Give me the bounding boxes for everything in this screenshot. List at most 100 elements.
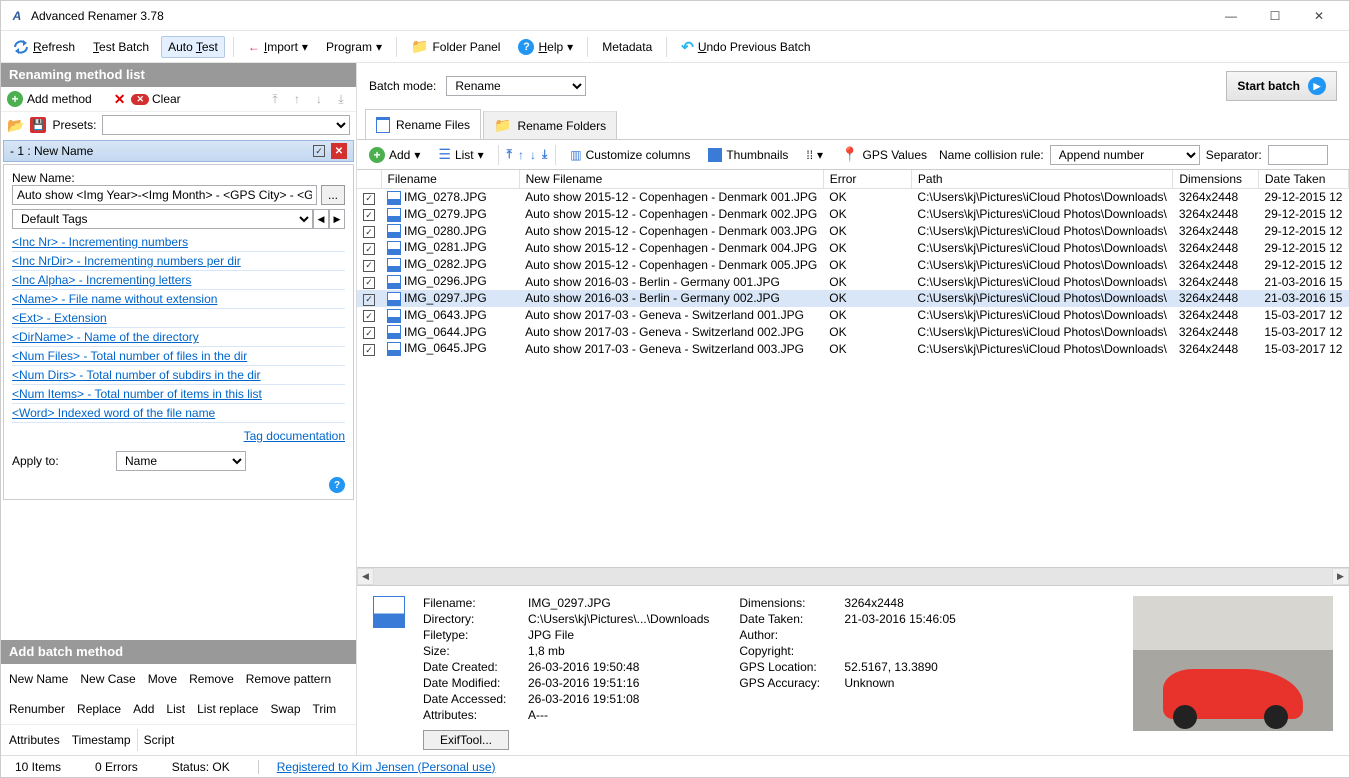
batch-method-list-replace[interactable]: List replace — [191, 698, 264, 720]
batch-method-trim[interactable]: Trim — [307, 698, 343, 720]
exiftool-button[interactable]: ExifTool... — [423, 730, 509, 750]
batch-mode-select[interactable]: Rename — [446, 76, 586, 96]
column-header[interactable]: New Filename — [519, 170, 823, 189]
table-row[interactable]: ✓ IMG_0644.JPG Auto show 2017-03 - Genev… — [357, 324, 1349, 341]
table-row[interactable]: ✓ IMG_0279.JPG Auto show 2015-12 - Copen… — [357, 206, 1349, 223]
table-row[interactable]: ✓ IMG_0278.JPG Auto show 2015-12 - Copen… — [357, 189, 1349, 206]
column-header[interactable]: Error — [823, 170, 911, 189]
tag-link[interactable]: <Inc NrDir> - Incrementing numbers per d… — [12, 252, 345, 271]
move-up-button[interactable]: ↑ — [288, 90, 306, 108]
batch-method-attributes[interactable]: Attributes — [3, 729, 66, 751]
batch-method-swap[interactable]: Swap — [264, 698, 306, 720]
open-preset-icon[interactable]: 📂 — [7, 117, 24, 134]
sort-up-button[interactable]: ↑ — [518, 148, 524, 162]
column-header[interactable]: Dimensions — [1173, 170, 1259, 189]
add-files-button[interactable]: +Add▾ — [363, 144, 426, 166]
undo-button[interactable]: ↶ Undo Previous Batch — [675, 35, 816, 59]
sort-bottom-button[interactable]: ⤓ — [542, 147, 547, 162]
table-row[interactable]: ✓ IMG_0296.JPG Auto show 2016-03 - Berli… — [357, 273, 1349, 290]
move-down-button[interactable]: ↓ — [310, 90, 328, 108]
method-header[interactable]: - 1 : New Name ✓ ✕ — [3, 140, 354, 162]
save-preset-icon[interactable]: 💾 — [30, 117, 46, 133]
table-row[interactable]: ✓ IMG_0281.JPG Auto show 2015-12 - Copen… — [357, 239, 1349, 256]
tag-link[interactable]: <Word> Indexed word of the file name — [12, 404, 345, 423]
batch-method-script[interactable]: Script — [137, 729, 181, 751]
tab-rename-folders[interactable]: 📁 Rename Folders — [483, 111, 617, 139]
tag-link[interactable]: <Num Items> - Total number of items in t… — [12, 385, 345, 404]
horizontal-scrollbar[interactable]: ◀▶ — [357, 568, 1349, 585]
batch-method-move[interactable]: Move — [142, 668, 183, 690]
presets-select[interactable] — [102, 115, 350, 135]
column-header[interactable]: Filename — [381, 170, 519, 189]
table-row[interactable]: ✓ IMG_0297.JPG Auto show 2016-03 - Berli… — [357, 290, 1349, 307]
method-help-icon[interactable]: ? — [329, 477, 345, 493]
maximize-button[interactable]: ☐ — [1253, 2, 1297, 30]
tag-next-button[interactable]: ▶ — [329, 209, 345, 229]
program-button[interactable]: Program▾ — [320, 37, 388, 57]
tag-link[interactable]: <Num Files> - Total number of files in t… — [12, 347, 345, 366]
refresh-button[interactable]: Refresh — [7, 36, 81, 58]
row-checkbox[interactable]: ✓ — [363, 226, 375, 238]
table-row[interactable]: ✓ IMG_0645.JPG Auto show 2017-03 - Genev… — [357, 340, 1349, 357]
separator-input[interactable] — [1268, 145, 1328, 165]
collision-select[interactable]: Append number — [1050, 145, 1200, 165]
tags-dropdown[interactable]: Default Tags — [12, 209, 313, 229]
start-batch-button[interactable]: Start batch ▶ — [1226, 71, 1337, 101]
move-bottom-button[interactable]: ⤓ — [332, 90, 350, 108]
batch-method-list[interactable]: List — [160, 698, 191, 720]
auto-test-button[interactable]: Auto Test — [161, 36, 225, 58]
row-checkbox[interactable]: ✓ — [363, 327, 375, 339]
folder-panel-button[interactable]: 📁 Folder Panel — [405, 35, 506, 58]
row-checkbox[interactable]: ✓ — [363, 310, 375, 322]
batch-method-new-case[interactable]: New Case — [74, 668, 141, 690]
row-checkbox[interactable]: ✓ — [363, 260, 375, 272]
test-batch-button[interactable]: Test Batch — [87, 37, 155, 57]
gps-values-button[interactable]: 📍GPS Values — [835, 143, 933, 166]
sort-top-button[interactable]: ⤒ — [507, 147, 512, 162]
apply-to-select[interactable]: Name — [116, 451, 246, 471]
batch-method-remove-pattern[interactable]: Remove pattern — [240, 668, 337, 690]
close-button[interactable]: ✕ — [1297, 2, 1341, 30]
table-row[interactable]: ✓ IMG_0282.JPG Auto show 2015-12 - Copen… — [357, 256, 1349, 273]
batch-method-new-name[interactable]: New Name — [3, 668, 74, 690]
column-header[interactable]: Date Taken — [1258, 170, 1348, 189]
tag-prev-button[interactable]: ◀ — [313, 209, 329, 229]
method-close-button[interactable]: ✕ — [331, 143, 347, 159]
tag-link[interactable]: <Num Dirs> - Total number of subdirs in … — [12, 366, 345, 385]
metadata-button[interactable]: Metadata — [596, 37, 658, 57]
tag-link[interactable]: <Name> - File name without extension — [12, 290, 345, 309]
clear-button[interactable]: ✕ Clear — [131, 92, 180, 106]
list-button[interactable]: ☰List▾ — [432, 143, 489, 166]
table-row[interactable]: ✓ IMG_0643.JPG Auto show 2017-03 - Genev… — [357, 307, 1349, 324]
tag-link[interactable]: <Ext> - Extension — [12, 309, 345, 328]
display-options-button[interactable]: ⁞⁞▾ — [800, 145, 829, 165]
row-checkbox[interactable]: ✓ — [363, 344, 375, 356]
new-name-input[interactable] — [12, 185, 317, 205]
batch-method-remove[interactable]: Remove — [183, 668, 240, 690]
move-top-button[interactable]: ⤒ — [266, 90, 284, 108]
customize-columns-button[interactable]: ▥Customize columns — [564, 145, 696, 165]
tag-doc-link[interactable]: Tag documentation — [244, 429, 345, 443]
thumbnails-button[interactable]: Thumbnails — [702, 145, 794, 165]
tag-link[interactable]: <Inc Nr> - Incrementing numbers — [12, 233, 345, 252]
import-button[interactable]: ← Import▾ — [242, 37, 314, 57]
new-name-more-button[interactable]: ... — [321, 185, 345, 205]
column-header[interactable]: Path — [911, 170, 1172, 189]
sort-down-button[interactable]: ↓ — [530, 148, 536, 162]
batch-method-add[interactable]: Add — [127, 698, 160, 720]
row-checkbox[interactable]: ✓ — [363, 243, 375, 255]
table-row[interactable]: ✓ IMG_0280.JPG Auto show 2015-12 - Copen… — [357, 223, 1349, 240]
batch-method-renumber[interactable]: Renumber — [3, 698, 71, 720]
help-button[interactable]: ? Help▾ — [512, 36, 579, 58]
row-checkbox[interactable]: ✓ — [363, 193, 375, 205]
registered-link[interactable]: Registered to Kim Jensen (Personal use) — [277, 760, 496, 774]
row-checkbox[interactable]: ✓ — [363, 294, 375, 306]
batch-method-replace[interactable]: Replace — [71, 698, 127, 720]
preview-thumbnail[interactable] — [1133, 596, 1333, 731]
row-checkbox[interactable]: ✓ — [363, 209, 375, 221]
tab-rename-files[interactable]: Rename Files — [365, 109, 481, 139]
file-grid[interactable]: FilenameNew FilenameErrorPathDimensionsD… — [357, 170, 1349, 568]
method-enable-checkbox[interactable]: ✓ — [313, 145, 325, 157]
tag-link[interactable]: <Inc Alpha> - Incrementing letters — [12, 271, 345, 290]
delete-method-button[interactable]: ✕ — [114, 91, 126, 108]
